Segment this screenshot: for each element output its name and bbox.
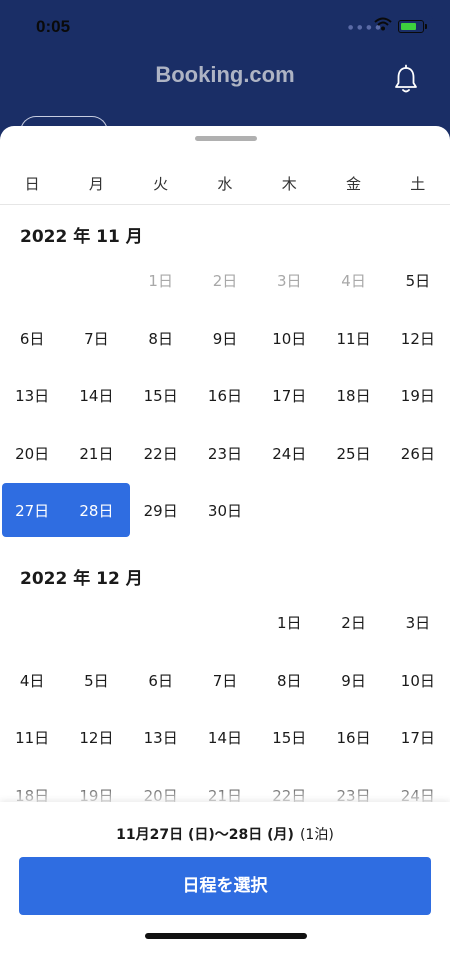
calendar-day[interactable]: 24日 — [257, 439, 321, 469]
calendar-day[interactable]: 12日 — [386, 324, 450, 354]
month-title: 2022 年 12 月 — [20, 569, 143, 589]
weekday-header: 日月火水木金土 — [0, 173, 450, 205]
calendar-day[interactable]: 27日 — [0, 496, 64, 526]
calendar-day[interactable]: 10日 — [257, 324, 321, 354]
calendar-day[interactable]: 29日 — [129, 496, 193, 526]
status-time: 0:05 — [36, 17, 71, 36]
calendar-day[interactable]: 11日 — [321, 324, 385, 354]
weekday-label: 水 — [217, 175, 233, 193]
calendar-day[interactable]: 10日 — [386, 666, 450, 696]
calendar-day[interactable]: 9日 — [193, 324, 257, 354]
calendar-scroll[interactable]: 2022 年 11 月 1日 2日 3日 4日 5日 6日 7日 8日 9日 10日 11日 12日 13… — [0, 206, 450, 804]
calendar-day[interactable]: 19日 — [386, 381, 450, 411]
calendar-day[interactable]: 2日 — [321, 608, 385, 638]
calendar-day[interactable]: 30日 — [193, 496, 257, 526]
calendar-day[interactable]: 12日 — [64, 723, 128, 753]
calendar-day[interactable]: 1日 — [257, 608, 321, 638]
calendar-day[interactable]: 6日 — [0, 324, 64, 354]
date-range-text: 11月27日 (日)〜28日 (月) — [116, 827, 294, 843]
sheet-grabber[interactable] — [195, 136, 257, 141]
status-bar: 0:05 ● ● ● ● — [0, 0, 450, 50]
calendar-day[interactable]: 5日 — [64, 666, 128, 696]
calendar-day[interactable]: 22日 — [129, 439, 193, 469]
calendar-day[interactable]: 8日 — [257, 666, 321, 696]
weekday-label: 月 — [88, 175, 104, 193]
calendar-day[interactable]: 7日 — [64, 324, 128, 354]
status-icons: ● ● ● ● — [340, 12, 436, 40]
calendar-day[interactable]: 8日 — [129, 324, 193, 354]
calendar-day[interactable]: 16日 — [321, 723, 385, 753]
calendar-day[interactable]: 18日 — [321, 381, 385, 411]
calendar-day[interactable]: 13日 — [0, 381, 64, 411]
calendar-day[interactable]: 25日 — [321, 439, 385, 469]
select-dates-button[interactable]: 日程を選択 — [19, 857, 431, 915]
calendar-day[interactable]: 13日 — [129, 723, 193, 753]
calendar-day[interactable]: 3日 — [386, 608, 450, 638]
calendar-day[interactable]: 26日 — [386, 439, 450, 469]
calendar-day[interactable]: 4日 — [0, 666, 64, 696]
wifi-icon — [374, 17, 392, 31]
date-summary: 11月27日 (日)〜28日 (月) (1泊) — [0, 824, 450, 844]
home-indicator — [145, 933, 307, 939]
date-picker-sheet: 日月火水木金土 2022 年 11 月 1日 2日 3日 4日 5日 6日 7日 8日 9日 10日… — [0, 126, 450, 972]
calendar-day[interactable]: 9日 — [321, 666, 385, 696]
brand-logo: Booking.com — [155, 62, 295, 87]
calendar-day[interactable]: 7日 — [193, 666, 257, 696]
weekday-label: 土 — [410, 175, 426, 193]
bell-icon[interactable] — [393, 64, 419, 94]
calendar-day: 3日 — [277, 272, 302, 290]
calendar-day[interactable]: 17日 — [257, 381, 321, 411]
nights-count: (1泊) — [299, 827, 334, 843]
calendar-day: 2日 — [212, 272, 238, 290]
weekday-label: 火 — [153, 175, 169, 193]
calendar-day[interactable]: 20日 — [0, 439, 64, 469]
calendar-day[interactable]: 23日 — [193, 439, 257, 469]
calendar-day[interactable]: 21日 — [64, 439, 128, 469]
battery-icon — [398, 20, 427, 33]
calendar-day[interactable]: 14日 — [193, 723, 257, 753]
calendar-day[interactable]: 14日 — [64, 381, 128, 411]
calendar-day[interactable]: 15日 — [129, 381, 193, 411]
month-title: 2022 年 11 月 — [20, 227, 143, 247]
calendar-day[interactable]: 17日 — [386, 723, 450, 753]
calendar-day[interactable]: 5日 — [386, 266, 450, 296]
calendar-day[interactable]: 15日 — [257, 723, 321, 753]
weekday-label: 金 — [345, 175, 361, 193]
calendar-day[interactable]: 6日 — [129, 666, 193, 696]
calendar-day[interactable]: 16日 — [193, 381, 257, 411]
calendar-day[interactable]: 28日 — [64, 496, 128, 526]
calendar-day[interactable]: 11日 — [0, 723, 64, 753]
calendar-day: 4日 — [341, 272, 366, 290]
weekday-label: 日 — [24, 175, 40, 193]
calendar-day: 1日 — [148, 272, 173, 290]
footer-bar: 11月27日 (日)〜28日 (月) (1泊) 日程を選択 — [0, 802, 450, 972]
weekday-label: 木 — [281, 175, 297, 193]
scroll-fade — [0, 780, 450, 804]
